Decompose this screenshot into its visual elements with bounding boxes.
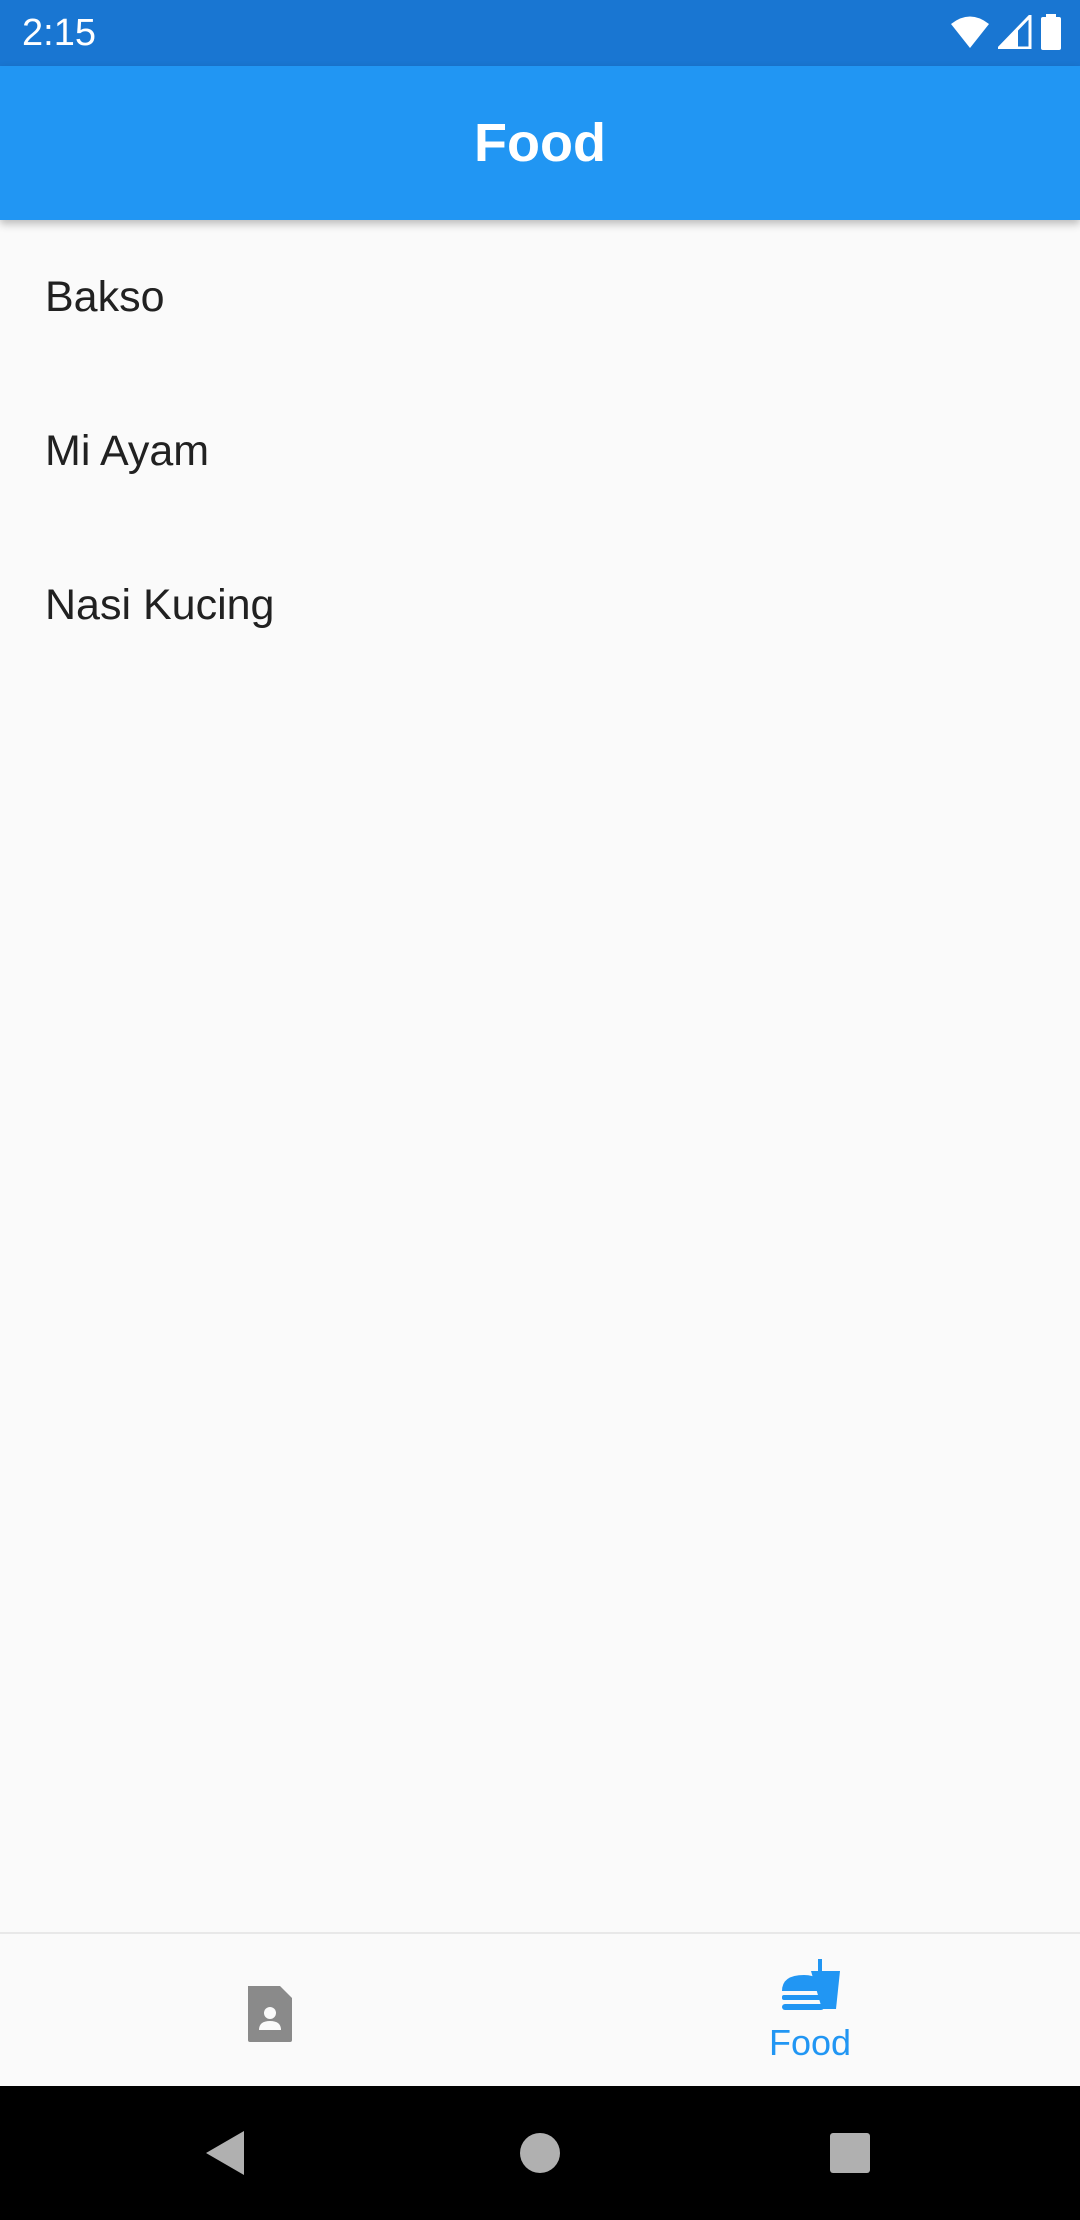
back-icon: [206, 2131, 244, 2175]
food-list: Bakso Mi Ayam Nasi Kucing: [0, 220, 1080, 682]
list-item[interactable]: Nasi Kucing: [0, 528, 1080, 682]
system-navigation-bar: [0, 2086, 1080, 2220]
home-button[interactable]: [480, 2086, 600, 2220]
wifi-icon: [951, 16, 989, 48]
bottom-navigation: Food: [0, 1932, 1080, 2086]
status-icons: [950, 14, 1062, 50]
fastfood-icon: [782, 1959, 840, 2010]
recents-icon: [830, 2133, 870, 2173]
bottom-nav-item-profile[interactable]: [0, 1934, 540, 2086]
list-item[interactable]: Bakso: [0, 220, 1080, 374]
bottom-nav-item-food[interactable]: Food: [540, 1934, 1080, 2086]
status-bar: 2:15: [0, 0, 1080, 66]
app-bar: Food: [0, 66, 1080, 220]
contact-card-icon: [248, 1986, 292, 2042]
status-time: 2:15: [22, 12, 96, 54]
home-icon: [520, 2133, 560, 2173]
back-button[interactable]: [166, 2086, 286, 2220]
list-item[interactable]: Mi Ayam: [0, 374, 1080, 528]
recents-button[interactable]: [790, 2086, 910, 2220]
page-title: Food: [474, 113, 606, 173]
battery-icon: [1041, 14, 1061, 50]
bottom-nav-label: Food: [768, 2022, 852, 2063]
cellular-signal-icon: [998, 15, 1032, 49]
